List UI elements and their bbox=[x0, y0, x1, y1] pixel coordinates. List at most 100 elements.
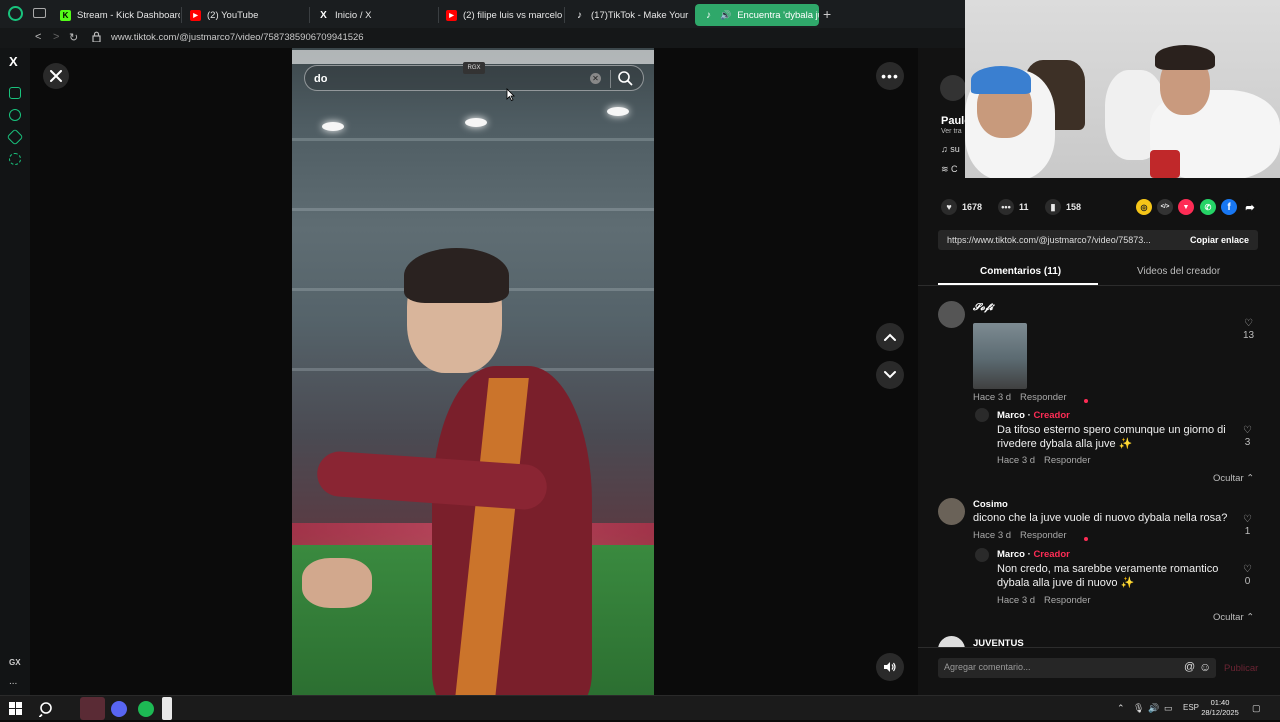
caption-icon: ≋ bbox=[941, 164, 952, 174]
facebook-icon[interactable]: f bbox=[1221, 199, 1237, 215]
microphone-icon[interactable]: 🎙 bbox=[1133, 703, 1144, 714]
webcam-cap bbox=[971, 66, 1031, 94]
opera-gx-logo-icon[interactable] bbox=[8, 6, 23, 21]
reply-avatar[interactable] bbox=[975, 548, 989, 562]
whatsapp-icon[interactable]: ✆ bbox=[1200, 199, 1216, 215]
hide-replies-button[interactable]: Ocultar ⌃ bbox=[1213, 473, 1254, 484]
next-video-button[interactable] bbox=[876, 361, 904, 389]
save-count: 158 bbox=[1066, 202, 1082, 212]
notifications-icon[interactable]: ▢ bbox=[1252, 703, 1261, 714]
new-tab-button[interactable]: + bbox=[823, 6, 831, 22]
tab-x-home[interactable]: X Inicio / X bbox=[310, 4, 438, 26]
extensions-icon[interactable] bbox=[6, 128, 24, 146]
comment-input-box: @ ☺ bbox=[938, 658, 1216, 678]
reply-time: Hace 3 d bbox=[997, 595, 1036, 606]
music-line[interactable]: ♫ su bbox=[941, 144, 960, 154]
comment-meta: Hace 3 d Responder bbox=[973, 530, 1076, 541]
tab-youtube-filipe-luis[interactable]: ▶ (2) filipe luis vs marcelo - bbox=[438, 4, 562, 26]
tab-creator-videos[interactable]: Videos del creador bbox=[1137, 266, 1220, 277]
search-icon[interactable] bbox=[37, 701, 55, 719]
reply-button[interactable]: Responder bbox=[1020, 392, 1066, 403]
comment-avatar[interactable] bbox=[938, 301, 965, 328]
gx-corner-label[interactable]: GX bbox=[9, 658, 21, 667]
clear-search-icon[interactable]: ✕ bbox=[590, 73, 601, 84]
post-comment-button[interactable]: Publicar bbox=[1224, 663, 1258, 674]
language-indicator[interactable]: ESP bbox=[1183, 703, 1199, 712]
history-icon[interactable] bbox=[9, 109, 21, 121]
stadium-light bbox=[465, 118, 487, 127]
tray-chevron-icon[interactable]: ⌃ bbox=[1117, 703, 1125, 714]
system-clock[interactable]: 01:40 28/12/2025 bbox=[1200, 698, 1240, 718]
hide-label: Ocultar bbox=[1213, 473, 1244, 484]
reload-icon[interactable]: ↻ bbox=[69, 31, 78, 44]
more-options-button[interactable]: ••• bbox=[876, 62, 904, 90]
speaker-icon bbox=[884, 662, 896, 672]
reply-button[interactable]: Responder bbox=[1044, 455, 1090, 466]
close-video-button[interactable] bbox=[43, 63, 69, 89]
reply-text: Da tifoso esterno spero comunque un gior… bbox=[997, 424, 1226, 450]
video-search-input[interactable] bbox=[314, 70, 584, 88]
comment-like-button[interactable]: ♡ 13 bbox=[1243, 318, 1254, 341]
reply-avatar[interactable] bbox=[975, 408, 989, 422]
stadium-light bbox=[322, 122, 344, 131]
tab-tiktok[interactable]: ♪ (17)TikTok - Make Your D bbox=[566, 4, 690, 26]
reply-username[interactable]: Marco · Creador bbox=[997, 410, 1070, 421]
search-icon[interactable] bbox=[617, 70, 633, 91]
reply-button[interactable]: Responder bbox=[1044, 595, 1090, 606]
stadium-light bbox=[607, 107, 629, 116]
back-icon[interactable]: < bbox=[35, 31, 41, 43]
reply-time: Hace 3 d bbox=[997, 455, 1036, 466]
x-logo-icon: X bbox=[320, 9, 327, 21]
pinboard-icon[interactable] bbox=[9, 87, 21, 99]
share-arrow-icon[interactable]: ➦ bbox=[1242, 199, 1258, 215]
reply-username[interactable]: Marco · Creador bbox=[997, 549, 1070, 560]
save-stat[interactable]: ▮ 158 bbox=[1045, 199, 1081, 215]
chevron-up-icon bbox=[884, 333, 896, 341]
comment-like-button[interactable]: ♡ 1 bbox=[1243, 514, 1252, 537]
reply-user: Marco bbox=[997, 410, 1025, 421]
tab-kick-dashboard[interactable]: K Stream - Kick Dashboard bbox=[52, 4, 180, 26]
share-link-text[interactable]: https://www.tiktok.com/@justmarco7/video… bbox=[947, 235, 1177, 245]
author-avatar[interactable] bbox=[940, 75, 966, 101]
comment-username[interactable]: Cosimo bbox=[973, 499, 1008, 510]
comment-username[interactable]: 𝓢𝓸𝓯𝓲 bbox=[973, 302, 993, 313]
mention-icon[interactable]: @ bbox=[1184, 661, 1195, 673]
previous-video-button[interactable] bbox=[876, 323, 904, 351]
x-sidebar-icon[interactable]: X bbox=[9, 54, 18, 69]
forward-icon[interactable]: > bbox=[53, 31, 59, 43]
coin-share-icon[interactable]: ◎ bbox=[1136, 199, 1152, 215]
like-stat[interactable]: ♥ 1678 bbox=[941, 199, 982, 215]
embed-icon[interactable]: </> bbox=[1157, 199, 1173, 215]
volume-button[interactable] bbox=[876, 653, 904, 681]
comment-avatar[interactable] bbox=[938, 498, 965, 525]
tab-island-icon[interactable] bbox=[33, 8, 46, 18]
sidebar-more-icon[interactable]: ... bbox=[9, 676, 17, 687]
comment-input[interactable] bbox=[944, 662, 1174, 672]
comment-stat[interactable]: ••• 11 bbox=[998, 199, 1029, 215]
tab-youtube[interactable]: ▶ (2) YouTube bbox=[182, 4, 308, 26]
reply-meta: Hace 3 d Responder bbox=[997, 455, 1100, 466]
chevron-up-icon: ⌃ bbox=[1246, 473, 1255, 484]
send-friends-icon[interactable]: ▼ bbox=[1178, 199, 1194, 215]
reply-like-button[interactable]: ♡ 3 bbox=[1243, 425, 1252, 448]
discord-icon[interactable] bbox=[111, 701, 127, 717]
spotify-icon[interactable] bbox=[138, 701, 154, 717]
taskbar: ⌃ 🎙 🔊 ▭ ESP 01:40 28/12/2025 ▢ bbox=[0, 695, 1280, 720]
emoji-icon[interactable]: ☺ bbox=[1199, 660, 1211, 674]
lock-icon[interactable] bbox=[92, 31, 101, 44]
video-player[interactable] bbox=[292, 48, 654, 695]
copy-link-button[interactable]: Copiar enlace bbox=[1190, 235, 1249, 245]
volume-icon[interactable]: 🔊 bbox=[1148, 703, 1159, 714]
hide-replies-button[interactable]: Ocultar ⌃ bbox=[1213, 612, 1254, 623]
reply-like-button[interactable]: ♡ 0 bbox=[1243, 564, 1252, 587]
player-hair bbox=[404, 248, 509, 303]
tab-comments[interactable]: Comentarios (11) bbox=[980, 266, 1061, 277]
network-icon[interactable]: ▭ bbox=[1164, 703, 1173, 714]
reply-button[interactable]: Responder bbox=[1020, 530, 1066, 541]
opera-gx-taskbar-icon[interactable] bbox=[80, 697, 105, 720]
taskbar-overflow-icon[interactable] bbox=[162, 697, 172, 720]
tab-tiktok-search-active[interactable]: ♪ 🔊 Encuentra 'dybala juve bbox=[695, 4, 819, 26]
settings-gear-icon[interactable] bbox=[9, 153, 21, 165]
url-field[interactable]: www.tiktok.com/@justmarco7/video/7587385… bbox=[111, 32, 364, 43]
windows-start-icon[interactable] bbox=[9, 702, 25, 718]
